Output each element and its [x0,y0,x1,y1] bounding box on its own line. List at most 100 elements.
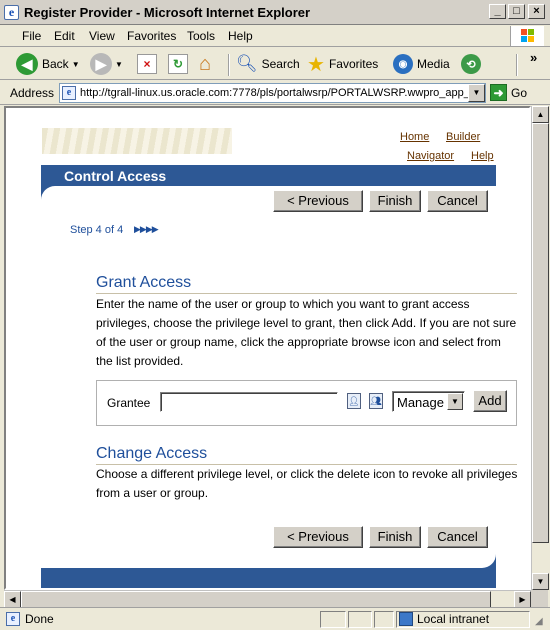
menu-file[interactable]: File [22,29,41,43]
page-content: Home Builder Navigator Help Control Acce… [4,106,531,590]
finish-button[interactable]: Finish [369,190,421,212]
cancel-button-bottom[interactable]: Cancel [427,526,488,548]
title-banner: Control Access [41,165,496,186]
toolbar-separator [228,54,230,76]
help-link[interactable]: Help [471,150,494,162]
change-access-heading: Change Access [96,445,517,465]
chevron-down-icon[interactable]: ▼ [447,393,463,410]
scroll-corner [531,590,548,607]
menu-view[interactable]: View [89,29,115,43]
menu-help[interactable]: Help [228,29,253,43]
menu-tools[interactable]: Tools [187,29,215,43]
windows-logo-icon [510,26,544,46]
back-label: Back [42,57,69,71]
media-icon: ◉ [393,54,413,74]
search-label: Search [261,57,300,71]
cancel-button[interactable]: Cancel [427,190,488,212]
change-access-description: Choose a different privilege level, or c… [96,467,518,500]
address-url[interactable]: http://tgrall-linux.us.oracle.com:7778/p… [80,87,468,99]
toolbar-overflow-icon[interactable]: » [530,50,537,65]
media-button[interactable]: ◉ Media [393,52,450,76]
add-button[interactable]: Add [473,390,507,412]
page-title: Control Access [64,168,167,184]
scroll-left-icon[interactable]: ◀ [4,591,21,608]
finish-button-bottom[interactable]: Finish [369,526,421,548]
intranet-icon [399,612,413,626]
vertical-scrollbar[interactable]: ▲ ▼ [531,106,549,590]
media-label: Media [417,57,450,71]
builder-link[interactable]: Builder [446,131,480,143]
back-arrow-icon: ◀ [16,53,38,75]
navigator-link[interactable]: Navigator [407,150,454,162]
star-icon: ★ [307,53,325,76]
menu-favorites[interactable]: Favorites [127,29,176,43]
grantee-form: Grantee 👤︎ 👥︎ Manage ▼ Add [96,380,517,426]
scroll-down-icon[interactable]: ▼ [532,573,549,590]
horizontal-scrollbar[interactable]: ◀ ▶ [4,590,531,608]
search-icon: 🔍︎ [236,54,258,73]
favorites-label: Favorites [328,57,379,71]
search-button[interactable]: 🔍︎ Search [236,52,300,76]
grantee-label: Grantee [107,396,151,410]
footer-curve [482,554,496,568]
step-indicator: Step 4 of 4 [70,224,124,236]
refresh-icon: ↻ [168,54,188,74]
zone-cell: Local intranet [396,611,530,628]
status-cell [320,611,346,628]
resize-grip-icon[interactable]: ◢ [535,616,543,627]
browse-users-icon[interactable]: 👤︎ [347,393,361,409]
address-dropdown-icon[interactable]: ▼ [468,84,485,102]
scroll-right-icon[interactable]: ▶ [514,591,531,608]
home-button[interactable]: ⌂ [199,52,211,76]
home-icon: ⌂ [199,52,212,75]
close-button[interactable]: × [528,4,545,19]
horizontal-scroll-thumb[interactable] [21,591,491,608]
menu-edit[interactable]: Edit [54,29,75,43]
title-bar: e Register Provider - Microsoft Internet… [0,0,550,25]
portal-logo [42,128,232,154]
status-bar: e Done Local intranet ◢ [0,607,550,630]
stop-button[interactable]: × [137,52,157,76]
page-done-icon: e [6,612,20,626]
refresh-button[interactable]: ↻ [168,52,188,76]
privilege-value: Manage [397,395,444,410]
history-icon: ⟲ [461,54,481,74]
forward-arrow-icon: ▶ [90,53,112,75]
grantee-input[interactable] [160,392,338,412]
dropdown-arrow-icon: ▼ [71,59,80,69]
maximize-button[interactable]: □ [508,4,525,19]
home-link[interactable]: Home [400,131,429,143]
browse-groups-icon[interactable]: 👥︎ [369,393,383,409]
previous-button[interactable]: < Previous [273,190,363,212]
footer-banner [41,568,496,588]
minimize-button[interactable]: _ [489,4,506,19]
history-button[interactable]: ⟲ [461,52,481,76]
zone-text: Local intranet [417,612,490,626]
address-label: Address [10,86,55,100]
vertical-scroll-thumb[interactable] [532,123,549,543]
menu-bar: File Edit View Favorites Tools Help [0,25,550,47]
go-label: Go [511,85,528,100]
ie-icon: e [4,5,19,20]
step-arrows-icon: ▶▶▶▶ [134,224,159,234]
status-cell [374,611,394,628]
address-bar: Address e http://tgrall-linux.us.oracle.… [0,81,550,105]
favorites-button[interactable]: ★ Favorites [307,52,378,76]
grant-access-heading: Grant Access [96,274,517,294]
dropdown-arrow-icon: ▼ [115,59,123,69]
go-button[interactable]: ➜ Go [490,84,527,101]
window-title: Register Provider - Microsoft Internet E… [24,5,311,20]
page-icon: e [62,86,76,100]
scroll-up-icon[interactable]: ▲ [532,106,549,123]
status-text: Done [25,612,54,626]
toolbar: ◀ Back ▼ ▶ ▼ × ↻ ⌂ 🔍︎ Search ★ Favorites… [0,48,550,80]
address-input[interactable]: e http://tgrall-linux.us.oracle.com:7778… [59,83,486,103]
privilege-select[interactable]: Manage ▼ [392,391,465,412]
go-arrow-icon: ➜ [490,84,507,101]
status-cell [348,611,372,628]
previous-button-bottom[interactable]: < Previous [273,526,363,548]
forward-button[interactable]: ▶ ▼ [90,52,123,76]
back-button[interactable]: ◀ Back ▼ [16,52,80,76]
toolbar-separator [516,54,518,76]
grant-access-description: Enter the name of the user or group to w… [96,297,517,368]
